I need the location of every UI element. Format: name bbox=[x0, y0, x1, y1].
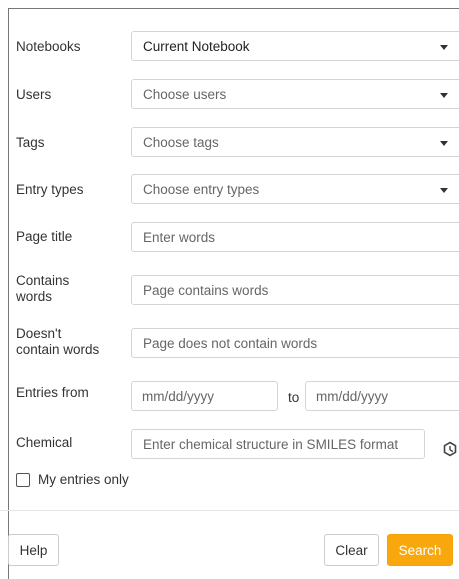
chevron-down-icon bbox=[440, 45, 448, 50]
help-button[interactable]: Help bbox=[8, 534, 59, 566]
entry-types-select[interactable]: Choose entry types bbox=[131, 174, 459, 204]
entries-from-label: Entries from bbox=[16, 385, 89, 400]
chevron-down-icon bbox=[440, 93, 448, 98]
doesnt-contain-label: Doesn't contain words bbox=[16, 326, 99, 358]
doesnt-contain-placeholder: Page does not contain words bbox=[143, 335, 318, 351]
search-button[interactable]: Search bbox=[387, 534, 453, 566]
entry-types-select-placeholder: Choose entry types bbox=[143, 181, 260, 197]
tags-label: Tags bbox=[16, 135, 45, 150]
entries-to-date-input[interactable]: mm/dd/yyyy bbox=[305, 381, 459, 411]
page-title-label: Page title bbox=[16, 229, 73, 244]
entries-from-date-input[interactable]: mm/dd/yyyy bbox=[131, 381, 278, 411]
entries-to-label: to bbox=[288, 390, 300, 405]
entry-types-label: Entry types bbox=[16, 182, 84, 197]
notebooks-label: Notebooks bbox=[16, 39, 81, 54]
doesnt-contain-label-line1: Doesn't bbox=[16, 326, 62, 341]
tags-select-placeholder: Choose tags bbox=[143, 134, 219, 150]
page-title-input[interactable]: Enter words bbox=[131, 222, 459, 252]
users-select[interactable]: Choose users bbox=[131, 79, 459, 109]
chemical-structure-icon[interactable] bbox=[442, 441, 458, 457]
contains-words-input[interactable]: Page contains words bbox=[131, 275, 459, 305]
chemical-label: Chemical bbox=[16, 435, 73, 450]
my-entries-only-checkbox[interactable] bbox=[16, 473, 30, 487]
tags-select[interactable]: Choose tags bbox=[131, 127, 459, 157]
contains-words-placeholder: Page contains words bbox=[143, 282, 269, 298]
users-label: Users bbox=[16, 87, 52, 102]
page-title-placeholder: Enter words bbox=[143, 229, 216, 245]
doesnt-contain-input[interactable]: Page does not contain words bbox=[131, 328, 459, 358]
contains-words-label-line1: Contains bbox=[16, 273, 70, 288]
footer-divider bbox=[0, 510, 459, 511]
chemical-smiles-input[interactable]: Enter chemical structure in SMILES forma… bbox=[131, 429, 425, 459]
notebooks-select[interactable]: Current Notebook bbox=[131, 31, 459, 61]
contains-words-label-line2: words bbox=[16, 289, 53, 304]
users-select-placeholder: Choose users bbox=[143, 86, 227, 102]
doesnt-contain-label-line2: contain words bbox=[16, 342, 100, 357]
chevron-down-icon bbox=[440, 188, 448, 193]
chemical-smiles-placeholder: Enter chemical structure in SMILES forma… bbox=[143, 436, 399, 452]
entries-to-placeholder: mm/dd/yyyy bbox=[316, 388, 389, 404]
chevron-down-icon bbox=[440, 141, 448, 146]
entries-from-placeholder: mm/dd/yyyy bbox=[142, 388, 215, 404]
notebooks-select-value: Current Notebook bbox=[143, 38, 250, 54]
my-entries-only-label[interactable]: My entries only bbox=[38, 472, 129, 487]
clear-button[interactable]: Clear bbox=[324, 534, 379, 566]
contains-words-label: Contains words bbox=[16, 273, 69, 305]
